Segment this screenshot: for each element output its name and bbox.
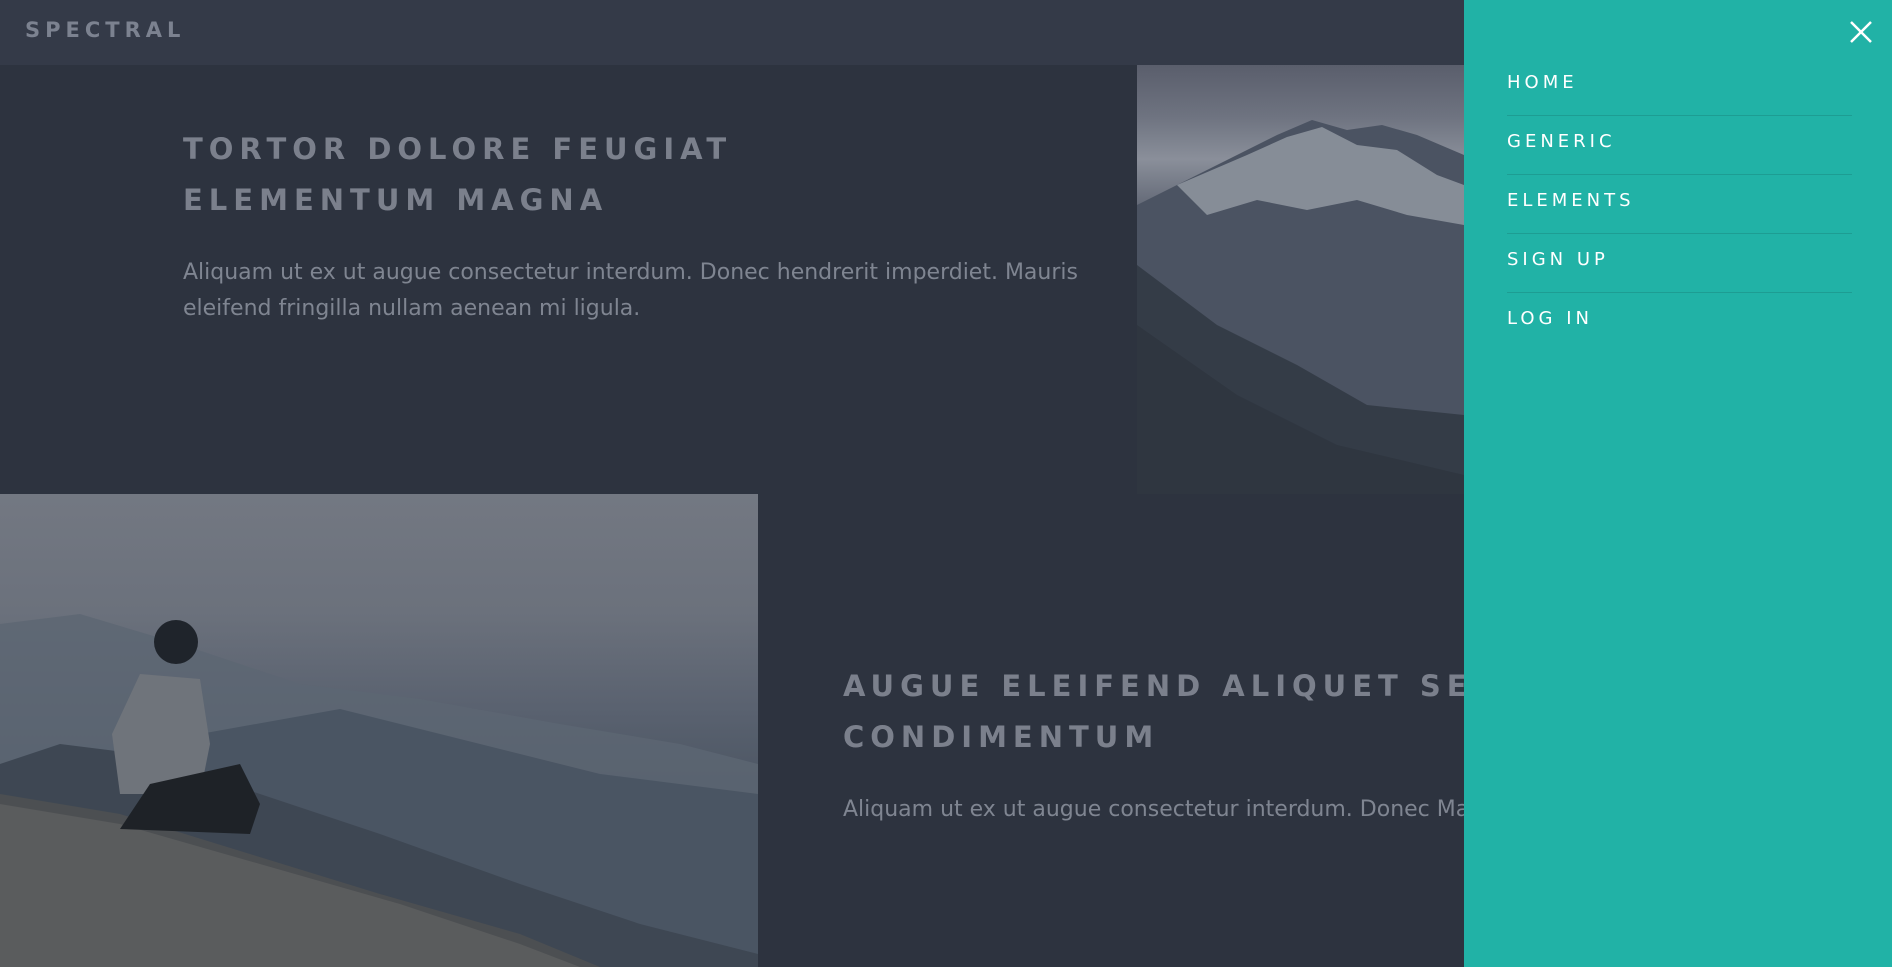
menu-item-generic[interactable]: GENERIC <box>1507 116 1852 175</box>
close-icon[interactable] <box>1845 16 1877 48</box>
menu-list: HOME GENERIC ELEMENTS SIGN UP LOG IN <box>1507 57 1852 351</box>
spotlight-text-1: Aliquam ut ex ut augue consectetur inter… <box>183 260 1078 321</box>
menu-item-home[interactable]: HOME <box>1507 57 1852 116</box>
spotlight-title-2: AUGUE ELEIFEND ALIQUET SED CONDIMENTUM <box>843 669 1503 754</box>
spotlight-title-1: TORTOR DOLORE FEUGIAT ELEMENTUM MAGNA <box>183 132 733 217</box>
menu-item-elements[interactable]: ELEMENTS <box>1507 175 1852 234</box>
menu-item-log-in[interactable]: LOG IN <box>1507 293 1852 351</box>
menu-item-sign-up[interactable]: SIGN UP <box>1507 234 1852 293</box>
menu-panel: HOME GENERIC ELEMENTS SIGN UP LOG IN <box>1464 0 1892 967</box>
hiker-image <box>0 494 758 967</box>
brand-logo[interactable]: SPECTRAL <box>25 18 185 42</box>
mountain-image <box>1137 65 1464 494</box>
